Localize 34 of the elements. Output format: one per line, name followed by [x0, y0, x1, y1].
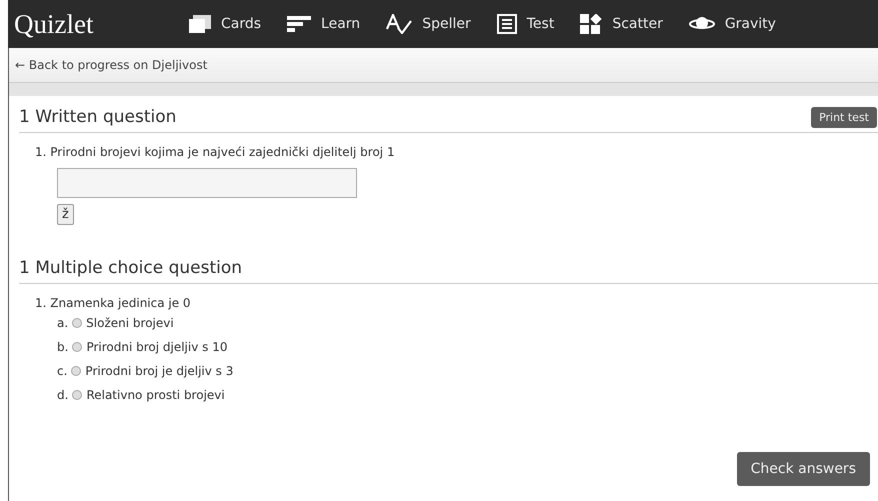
option-label[interactable]: Prirodni broj je djeljiv s 3 — [85, 364, 234, 378]
answer-field[interactable] — [57, 168, 357, 198]
option-label[interactable]: Relativno prosti brojevi — [86, 388, 225, 402]
character-button[interactable]: ž — [57, 204, 74, 225]
question-text: 1. Prirodni brojevi kojima je najveći zajednički djelitelj broj 1 — [35, 145, 396, 159]
cards-icon — [189, 15, 211, 33]
nav-link[interactable]: Speller — [386, 14, 471, 34]
option-letter: a. — [57, 316, 68, 330]
logo[interactable]: Quizlet — [8, 8, 189, 40]
document-icon — [496, 14, 517, 34]
print-test-button[interactable]: Print test — [811, 106, 877, 128]
nav-link[interactable]: Scatter — [580, 14, 663, 34]
section-title: 1 Written question — [19, 107, 176, 127]
question-text: 1. Znamenka jedinica je 0 — [35, 296, 192, 310]
nav-link[interactable]: Learn — [287, 14, 360, 34]
option-label[interactable]: Složeni brojevi — [86, 316, 174, 330]
check-answers-button[interactable]: Check answers — [736, 452, 870, 486]
radio-button[interactable] — [72, 318, 82, 328]
spell-check-icon — [386, 14, 412, 34]
planet-icon — [688, 16, 715, 32]
option-letter: b. — [57, 340, 68, 354]
tiles-icon — [580, 14, 602, 34]
section-title: 1 Multiple choice question — [19, 258, 242, 278]
option-label[interactable]: Prirodni broj djeljiv s 10 — [86, 340, 228, 354]
option-letter: d. — [57, 388, 68, 402]
bars-icon — [287, 15, 312, 33]
option-letter: c. — [57, 364, 68, 378]
radio-button[interactable] — [72, 342, 82, 352]
radio-button[interactable] — [71, 366, 82, 376]
nav-link[interactable]: Test — [496, 14, 554, 34]
back-link[interactable]: ← Back to progress on Djeljivost — [15, 58, 208, 72]
radio-button[interactable] — [72, 390, 82, 400]
nav-link[interactable]: Gravity — [688, 14, 776, 34]
nav-link[interactable]: Cards — [189, 14, 262, 34]
